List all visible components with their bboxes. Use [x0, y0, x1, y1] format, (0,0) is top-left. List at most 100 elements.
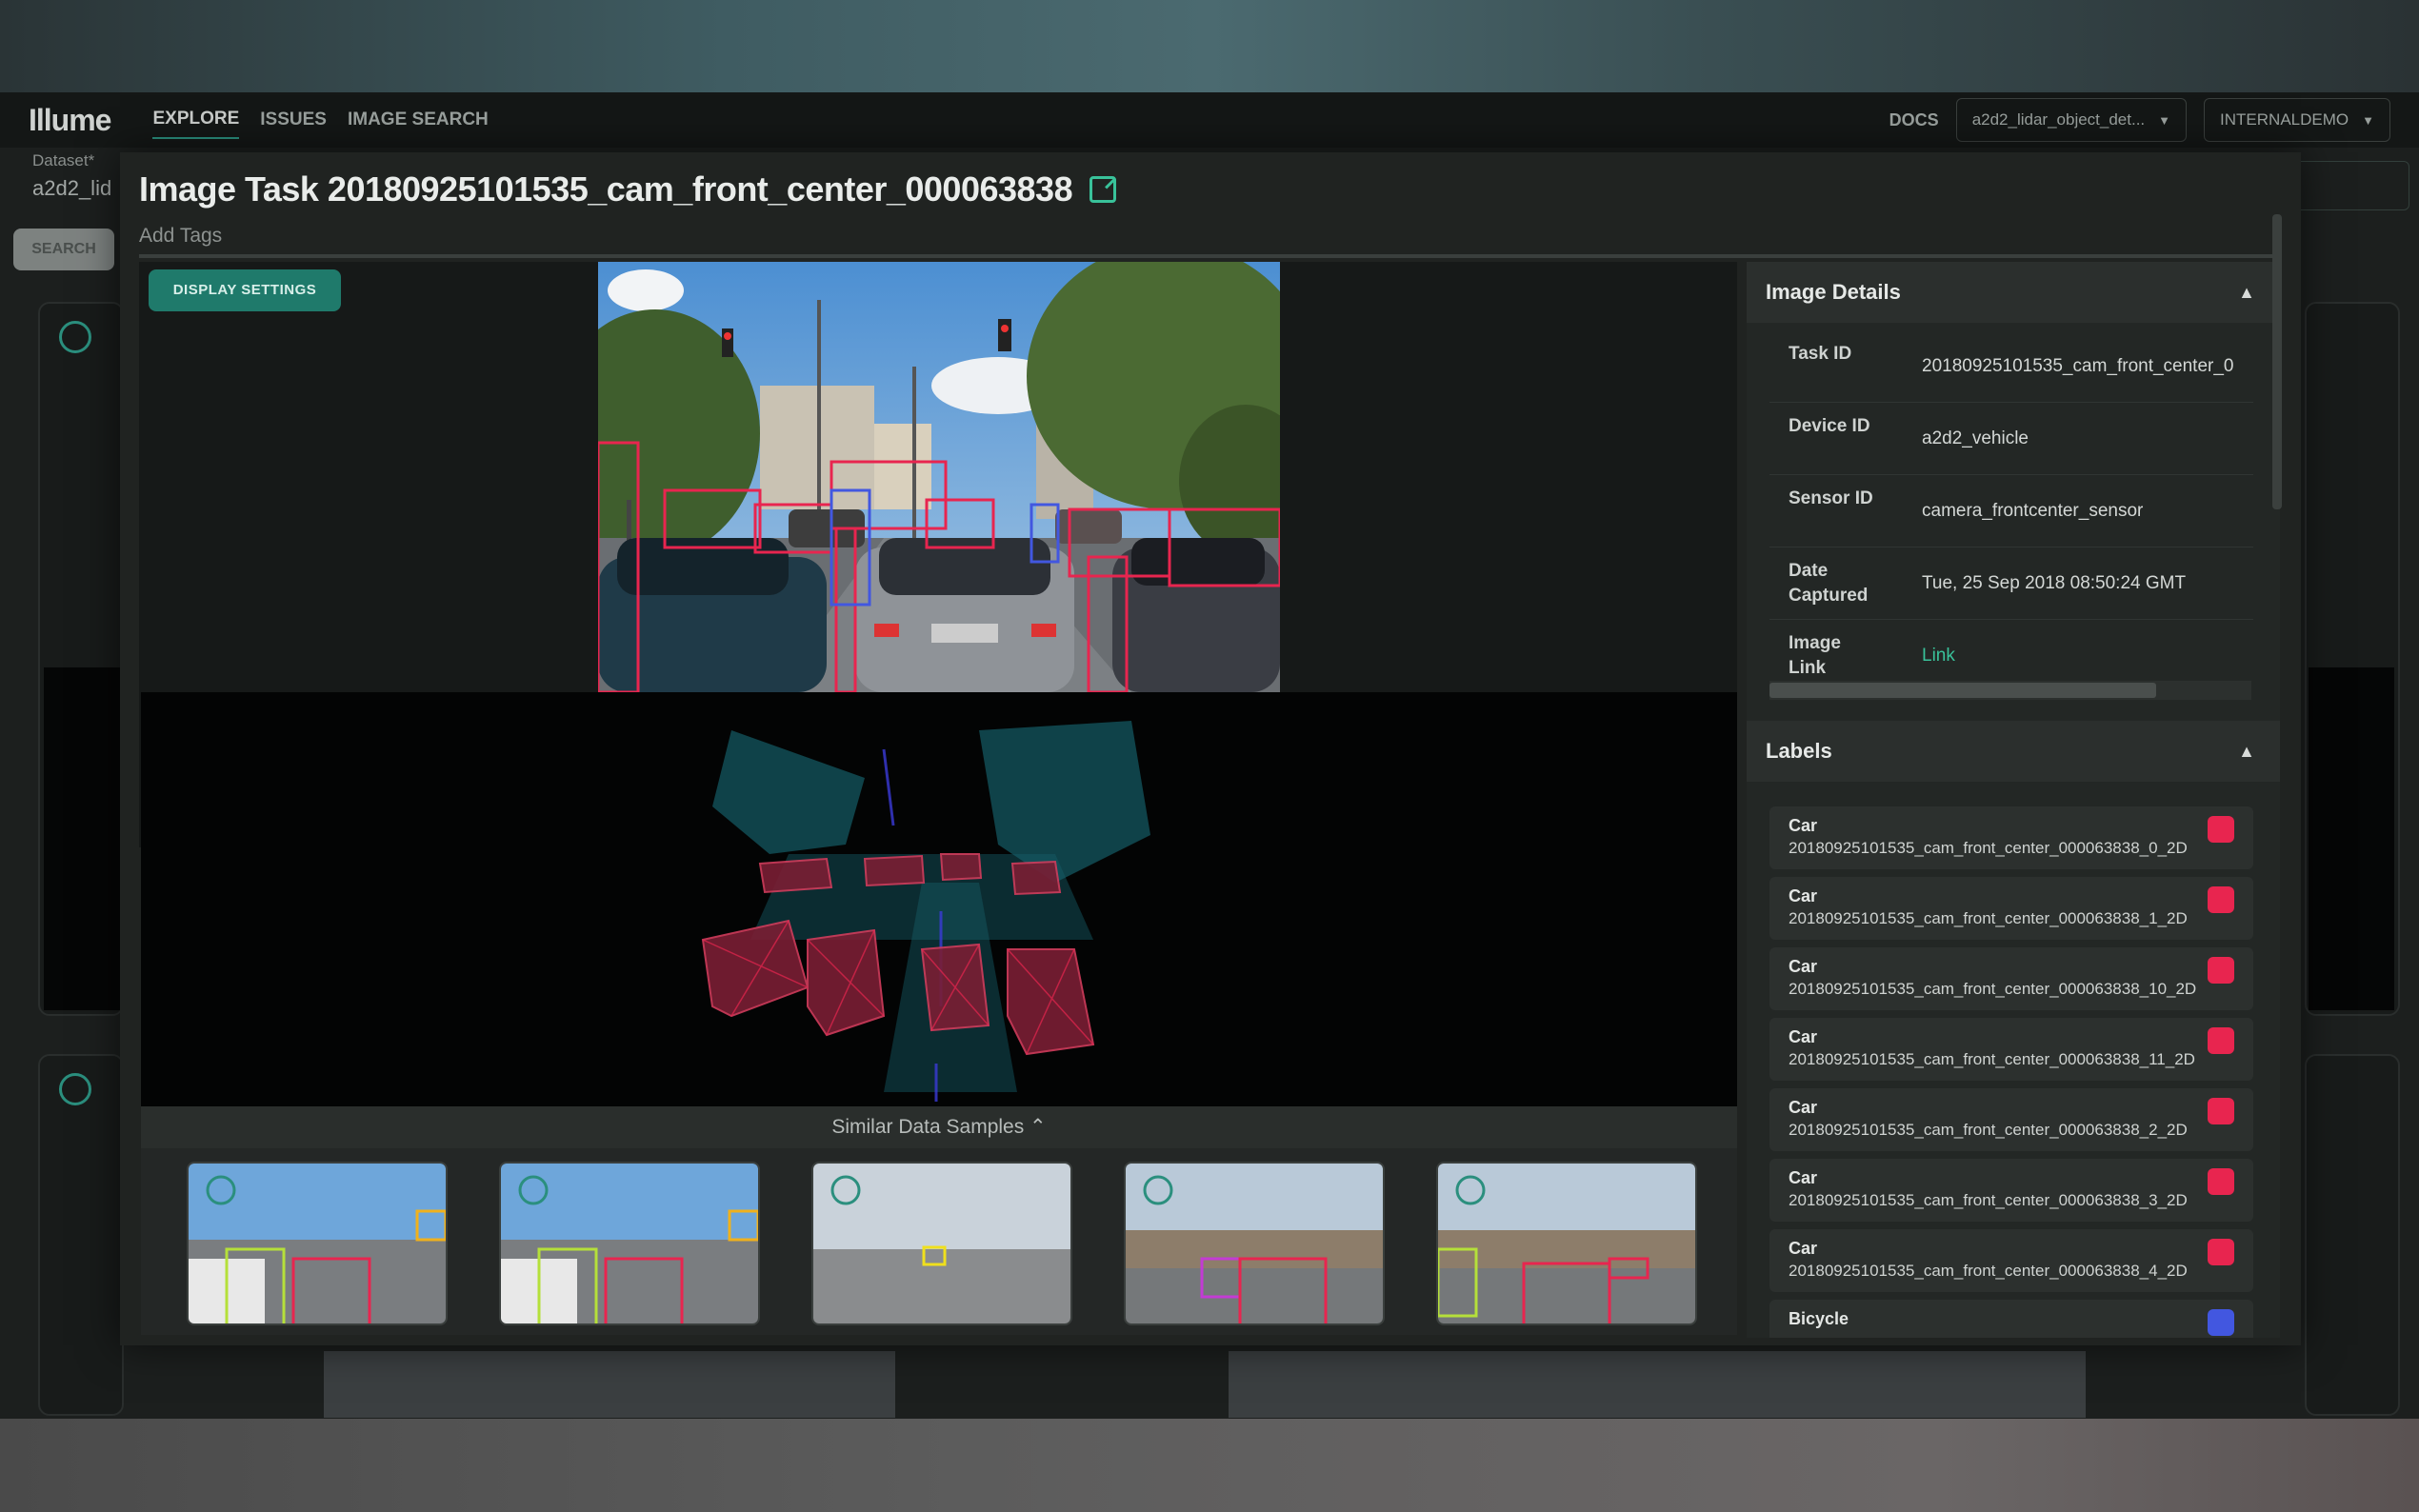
search-button[interactable]: SEARCH [13, 229, 114, 270]
display-settings-button[interactable]: DISPLAY SETTINGS [149, 269, 341, 311]
detail-key: Task ID [1789, 344, 1852, 364]
label-id: 20180925101535_cam_front_center_00006383… [1789, 1262, 2188, 1280]
label-id: 20180925101535_cam_front_center_00006383… [1789, 1191, 2188, 1209]
thumb-image [813, 1164, 1070, 1323]
org-select-value: INTERNALDEMO [2220, 110, 2349, 129]
details-horizontal-scrollbar[interactable] [1769, 681, 2251, 700]
label-class: Car [1789, 957, 1818, 976]
lidar-point-cloud[interactable] [141, 692, 1737, 1106]
thumb-image [1126, 1164, 1383, 1323]
chevron-down-icon: ▼ [2362, 112, 2374, 128]
label-class: Car [1789, 1098, 1818, 1117]
chevron-up-icon[interactable]: ▲ [2238, 262, 2255, 323]
image-task-modal: Image Task 20180925101535_cam_front_cent… [120, 152, 2301, 1345]
label-item[interactable]: Car 20180925101535_cam_front_center_0000… [1769, 1159, 2253, 1222]
chevron-down-icon: ▼ [2158, 112, 2171, 128]
label-color-swatch[interactable] [2208, 1098, 2234, 1124]
similar-sample-thumb[interactable] [499, 1162, 760, 1325]
scrollbar-thumb[interactable] [1769, 683, 2156, 698]
dataset-select-value: a2d2_lidar_object_det... [1971, 110, 2146, 129]
label-class: Car [1789, 1168, 1818, 1187]
modal-title: Image Task 20180925101535_cam_front_cent… [139, 169, 1117, 209]
camera-image-svg [598, 262, 1280, 692]
labels-title: Labels [1766, 739, 1832, 763]
app-window: Illume EXPLORE ISSUES IMAGE SEARCH DOCS … [0, 92, 2419, 1419]
label-item[interactable]: Car 20180925101535_cam_front_center_0000… [1769, 877, 2253, 940]
result-card-image [2309, 667, 2394, 1010]
detail-value: a2d2_vehicle [1922, 428, 2029, 448]
docs-link[interactable]: DOCS [1889, 110, 1939, 130]
result-card-image [44, 667, 120, 1010]
detail-row-sensor-id: Sensor ID camera_frontcenter_sensor [1769, 475, 2253, 547]
tab-image-search[interactable]: IMAGE SEARCH [348, 102, 489, 138]
label-item[interactable]: Bicycle [1769, 1300, 2253, 1338]
detail-value: 20180925101535_cam_front_center_0 [1922, 356, 2234, 376]
tab-explore[interactable]: EXPLORE [152, 101, 240, 139]
label-color-swatch[interactable] [2208, 886, 2234, 913]
video-letterbox-top [0, 0, 2419, 92]
detail-row-date-captured: Date Captured Tue, 25 Sep 2018 08:50:24 … [1769, 547, 2253, 620]
chevron-up-icon[interactable]: ▲ [2238, 721, 2255, 782]
label-class: Car [1789, 1027, 1818, 1046]
detail-row-device-id: Device ID a2d2_vehicle [1769, 403, 2253, 475]
modal-title-text: Image Task 20180925101535_cam_front_cent… [139, 169, 1073, 209]
label-id: 20180925101535_cam_front_center_00006383… [1789, 909, 2188, 927]
image-details-title: Image Details [1766, 280, 1901, 304]
label-class: Car [1789, 816, 1818, 835]
dataset-select[interactable]: a2d2_lidar_object_det... ▼ [1955, 98, 2188, 142]
add-tags-input[interactable]: Add Tags [139, 225, 222, 248]
similar-sample-thumb[interactable] [187, 1162, 448, 1325]
camera-image[interactable] [598, 262, 1280, 692]
tab-issues[interactable]: ISSUES [260, 102, 327, 138]
image-details-header[interactable]: Image Details ▲ [1747, 262, 2280, 323]
thumb-image [501, 1164, 758, 1323]
top-nav: Illume EXPLORE ISSUES IMAGE SEARCH DOCS … [0, 92, 2419, 148]
label-item[interactable]: Car 20180925101535_cam_front_center_0000… [1769, 1229, 2253, 1292]
similar-samples-toggle[interactable]: Similar Data Samples ⌃ [141, 1106, 1737, 1148]
label-color-swatch[interactable] [2208, 1239, 2234, 1265]
result-card-image [1229, 1351, 2086, 1418]
divider [139, 254, 2282, 258]
label-class: Car [1789, 886, 1818, 905]
dataset-field-label: Dataset* [32, 151, 95, 169]
label-item[interactable]: Car 20180925101535_cam_front_center_0000… [1769, 1088, 2253, 1151]
label-color-swatch[interactable] [2208, 957, 2234, 984]
detail-key: Sensor ID [1789, 488, 1873, 508]
org-select[interactable]: INTERNALDEMO ▼ [2204, 98, 2390, 142]
label-id: 20180925101535_cam_front_center_00006383… [1789, 839, 2188, 857]
label-color-swatch[interactable] [2208, 1309, 2234, 1336]
label-id: 20180925101535_cam_front_center_00006383… [1789, 1050, 2195, 1068]
detail-value: Tue, 25 Sep 2018 08:50:24 GMT [1922, 573, 2187, 593]
detail-value: camera_frontcenter_sensor [1922, 501, 2144, 521]
thumb-image [189, 1164, 446, 1323]
similar-samples-strip [141, 1148, 1737, 1335]
similar-sample-thumb[interactable] [811, 1162, 1072, 1325]
nav-right: DOCS a2d2_lidar_object_det... ▼ INTERNAL… [1889, 98, 2390, 142]
video-letterbox-bottom [0, 1419, 2419, 1512]
result-card[interactable] [2305, 1054, 2400, 1416]
dataset-field-value[interactable]: a2d2_lid [32, 176, 111, 201]
select-ring-icon[interactable] [59, 1073, 91, 1105]
labels-header[interactable]: Labels ▲ [1747, 721, 2280, 782]
similar-sample-thumb[interactable] [1124, 1162, 1385, 1325]
details-vertical-scrollbar[interactable] [2272, 214, 2282, 509]
label-item[interactable]: Car 20180925101535_cam_front_center_0000… [1769, 1018, 2253, 1081]
result-card-image [324, 1351, 895, 1418]
result-card[interactable] [38, 1054, 124, 1416]
label-id: 20180925101535_cam_front_center_00006383… [1789, 980, 2197, 998]
detail-key: Date Captured [1789, 561, 1869, 606]
label-class: Bicycle [1789, 1309, 1849, 1328]
label-class: Car [1789, 1239, 1818, 1258]
label-item[interactable]: Car 20180925101535_cam_front_center_0000… [1769, 947, 2253, 1010]
similar-sample-thumb[interactable] [1436, 1162, 1697, 1325]
detail-key: Image Link [1789, 633, 1841, 678]
label-color-swatch[interactable] [2208, 1027, 2234, 1054]
label-color-swatch[interactable] [2208, 1168, 2234, 1195]
brand-logo: Illume [29, 102, 111, 137]
external-link-icon[interactable] [1090, 176, 1117, 203]
select-ring-icon[interactable] [59, 321, 91, 353]
label-item[interactable]: Car 20180925101535_cam_front_center_0000… [1769, 806, 2253, 869]
lidar-svg [701, 721, 1150, 1102]
label-color-swatch[interactable] [2208, 816, 2234, 843]
label-id: 20180925101535_cam_front_center_00006383… [1789, 1121, 2188, 1139]
